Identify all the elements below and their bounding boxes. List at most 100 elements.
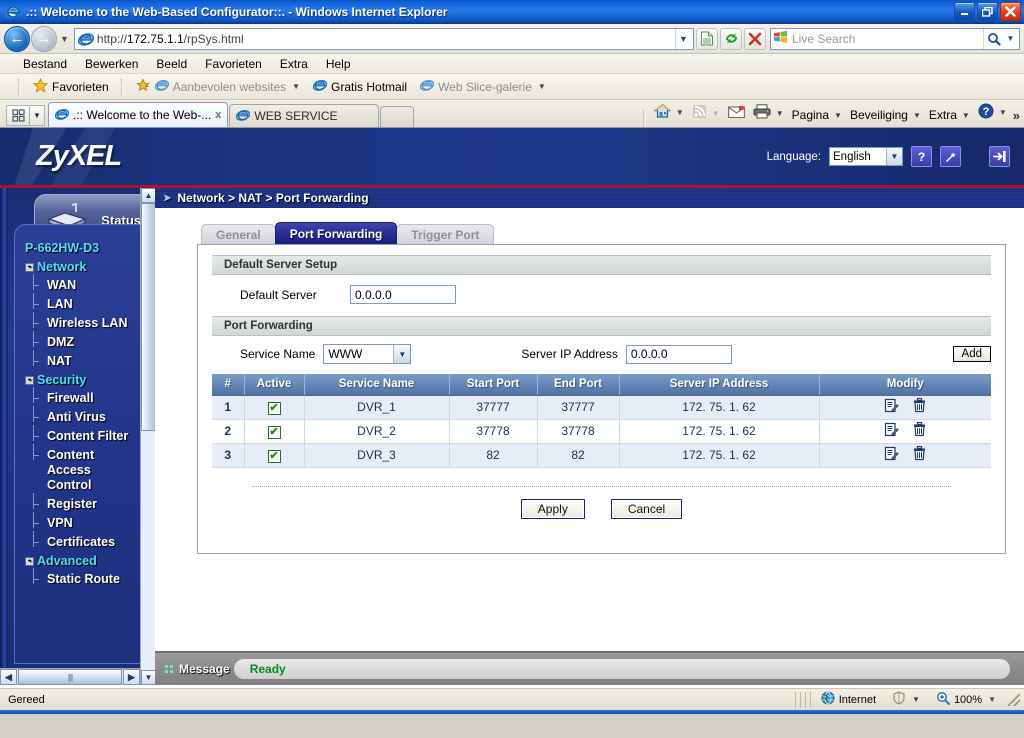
- command-bar-overflow-icon[interactable]: »: [1013, 108, 1020, 123]
- server-ip-input[interactable]: 0.0.0.0: [625, 344, 732, 364]
- sidebar-item-static-route[interactable]: Static Route: [25, 568, 140, 587]
- sidebar-item-firewall[interactable]: Firewall: [25, 387, 140, 406]
- sidebar-horizontal-scrollbar[interactable]: ◀ |||| ▶: [0, 668, 140, 685]
- expander-icon[interactable]: -: [25, 262, 34, 272]
- chevron-down-icon[interactable]: ▼: [776, 109, 784, 118]
- refresh-icon[interactable]: [720, 27, 742, 50]
- web-slice-gallery-button[interactable]: Web Slice-galerie ▼: [415, 76, 551, 97]
- apply-button[interactable]: Apply: [520, 498, 585, 519]
- add-button[interactable]: Add: [952, 346, 991, 362]
- sidebar-item-content-access-control[interactable]: Content Access Control: [25, 444, 133, 493]
- address-dropdown-icon[interactable]: ▼: [675, 28, 691, 49]
- menu-item-favorieten[interactable]: Favorieten: [196, 55, 271, 73]
- suggested-sites-button[interactable]: Aanbevolen websites ▼: [131, 76, 305, 98]
- page-menu-button[interactable]: Pagina ▼: [788, 106, 846, 124]
- edit-icon[interactable]: [884, 398, 899, 416]
- hotmail-button[interactable]: Gratis Hotmail: [308, 76, 412, 97]
- resize-grip[interactable]: [1008, 693, 1020, 706]
- edit-icon[interactable]: [884, 446, 899, 464]
- browser-tab-web-service[interactable]: WEB SERVICE: [229, 104, 380, 127]
- scroll-left-icon[interactable]: ◀: [0, 669, 17, 685]
- language-select[interactable]: English ▼: [829, 147, 903, 166]
- forward-button[interactable]: →: [31, 25, 57, 52]
- sidebar-item-nat[interactable]: NAT: [25, 350, 140, 369]
- chevron-down-icon[interactable]: ▼: [988, 695, 996, 704]
- chevron-down-icon[interactable]: ▼: [834, 111, 842, 120]
- hscroll-thumb[interactable]: ||||: [18, 669, 122, 685]
- sidebar-item-wireless-lan[interactable]: Wireless LAN: [25, 312, 140, 331]
- security-menu-button[interactable]: Beveiliging ▼: [846, 106, 925, 124]
- cancel-button[interactable]: Cancel: [610, 498, 683, 519]
- logout-icon[interactable]: [989, 146, 1010, 167]
- menu-item-extra[interactable]: Extra: [271, 55, 317, 73]
- compatibility-view-icon[interactable]: [696, 27, 718, 50]
- menu-item-bewerken[interactable]: Bewerken: [76, 55, 147, 73]
- minimize-button[interactable]: [954, 2, 975, 21]
- wizard-icon[interactable]: [940, 146, 961, 167]
- delete-icon[interactable]: [913, 397, 926, 416]
- chevron-down-icon[interactable]: ▼: [912, 695, 920, 704]
- active-checkbox[interactable]: ✔: [267, 401, 281, 415]
- favorites-button[interactable]: Favorieten: [28, 76, 114, 98]
- delete-icon[interactable]: [913, 421, 926, 440]
- feeds-button[interactable]: ▼: [688, 102, 724, 124]
- search-go-icon[interactable]: [983, 28, 1004, 49]
- sidebar-item-wan[interactable]: WAN: [25, 274, 140, 293]
- menu-item-beeld[interactable]: Beeld: [147, 55, 196, 73]
- browser-tab-configurator[interactable]: .:: Welcome to the Web-... x: [48, 102, 229, 127]
- chevron-down-icon[interactable]: ▼: [913, 111, 921, 120]
- help-icon[interactable]: ?: [911, 146, 932, 167]
- sidebar-item-anti-virus[interactable]: Anti Virus: [25, 406, 140, 425]
- nav-group-security[interactable]: - Security: [25, 373, 140, 387]
- chevron-down-icon[interactable]: ▼: [538, 82, 546, 91]
- tab-trigger-port[interactable]: Trigger Port: [396, 224, 495, 244]
- sidebar-item-dmz[interactable]: DMZ: [25, 331, 140, 350]
- tab-list-dropdown-icon[interactable]: ▼: [30, 105, 45, 126]
- sidebar-item-content-filter[interactable]: Content Filter: [25, 425, 140, 444]
- search-input[interactable]: Live Search ▼: [770, 27, 1020, 50]
- close-button[interactable]: [1000, 2, 1021, 21]
- chevron-down-icon[interactable]: ▼: [292, 82, 300, 91]
- sidebar-item-register[interactable]: Register: [25, 493, 140, 512]
- active-checkbox[interactable]: ✔: [267, 449, 281, 463]
- scroll-right-icon[interactable]: ▶: [123, 669, 140, 685]
- nav-group-network[interactable]: - Network: [25, 260, 140, 274]
- restore-button[interactable]: [977, 2, 998, 21]
- vscroll-thumb[interactable]: [141, 203, 156, 431]
- stop-icon[interactable]: [744, 27, 766, 50]
- history-dropdown-icon[interactable]: ▼: [60, 34, 69, 44]
- chevron-down-icon[interactable]: ▼: [393, 345, 411, 363]
- default-server-input[interactable]: 0.0.0.0: [350, 285, 456, 304]
- scroll-up-icon[interactable]: ▲: [141, 188, 156, 203]
- delete-icon[interactable]: [913, 445, 926, 464]
- page-vertical-scrollbar[interactable]: ▲ ▼: [140, 188, 156, 685]
- security-zone-pane[interactable]: Internet: [813, 691, 884, 709]
- address-input[interactable]: http://172.75.1.1/rpSys.html ▼: [73, 27, 694, 50]
- protected-mode-pane[interactable]: ▼: [884, 691, 928, 709]
- tab-general[interactable]: General: [201, 224, 276, 244]
- sidebar-item-vpn[interactable]: VPN: [25, 512, 140, 531]
- chevron-down-icon[interactable]: ▼: [962, 111, 970, 120]
- print-button[interactable]: ▼: [749, 102, 788, 124]
- tools-menu-button[interactable]: Extra ▼: [925, 106, 974, 124]
- back-button[interactable]: ←: [4, 25, 30, 52]
- expander-icon[interactable]: -: [25, 375, 34, 385]
- help-menu-button[interactable]: ? ▼: [974, 101, 1011, 124]
- service-name-select[interactable]: WWW ▼: [323, 344, 412, 364]
- chevron-down-icon[interactable]: ▼: [999, 108, 1007, 117]
- search-dropdown-icon[interactable]: ▼: [1004, 29, 1017, 49]
- menu-item-bestand[interactable]: Bestand: [14, 55, 76, 73]
- menu-item-help[interactable]: Help: [317, 55, 360, 73]
- edit-icon[interactable]: [884, 422, 899, 440]
- scroll-down-icon[interactable]: ▼: [141, 670, 156, 685]
- sidebar-item-lan[interactable]: LAN: [25, 293, 140, 312]
- tab-port-forwarding[interactable]: Port Forwarding: [274, 222, 398, 244]
- tab-close-icon[interactable]: x: [215, 109, 221, 121]
- home-button[interactable]: ▼: [650, 101, 688, 124]
- chevron-down-icon[interactable]: ▼: [676, 108, 684, 117]
- quick-tabs-button[interactable]: [6, 105, 30, 126]
- nav-group-advanced[interactable]: - Advanced: [25, 554, 140, 568]
- zoom-pane[interactable]: 100% ▼: [928, 691, 1004, 709]
- new-tab-button[interactable]: [380, 106, 415, 127]
- sidebar-item-certificates[interactable]: Certificates: [25, 531, 140, 550]
